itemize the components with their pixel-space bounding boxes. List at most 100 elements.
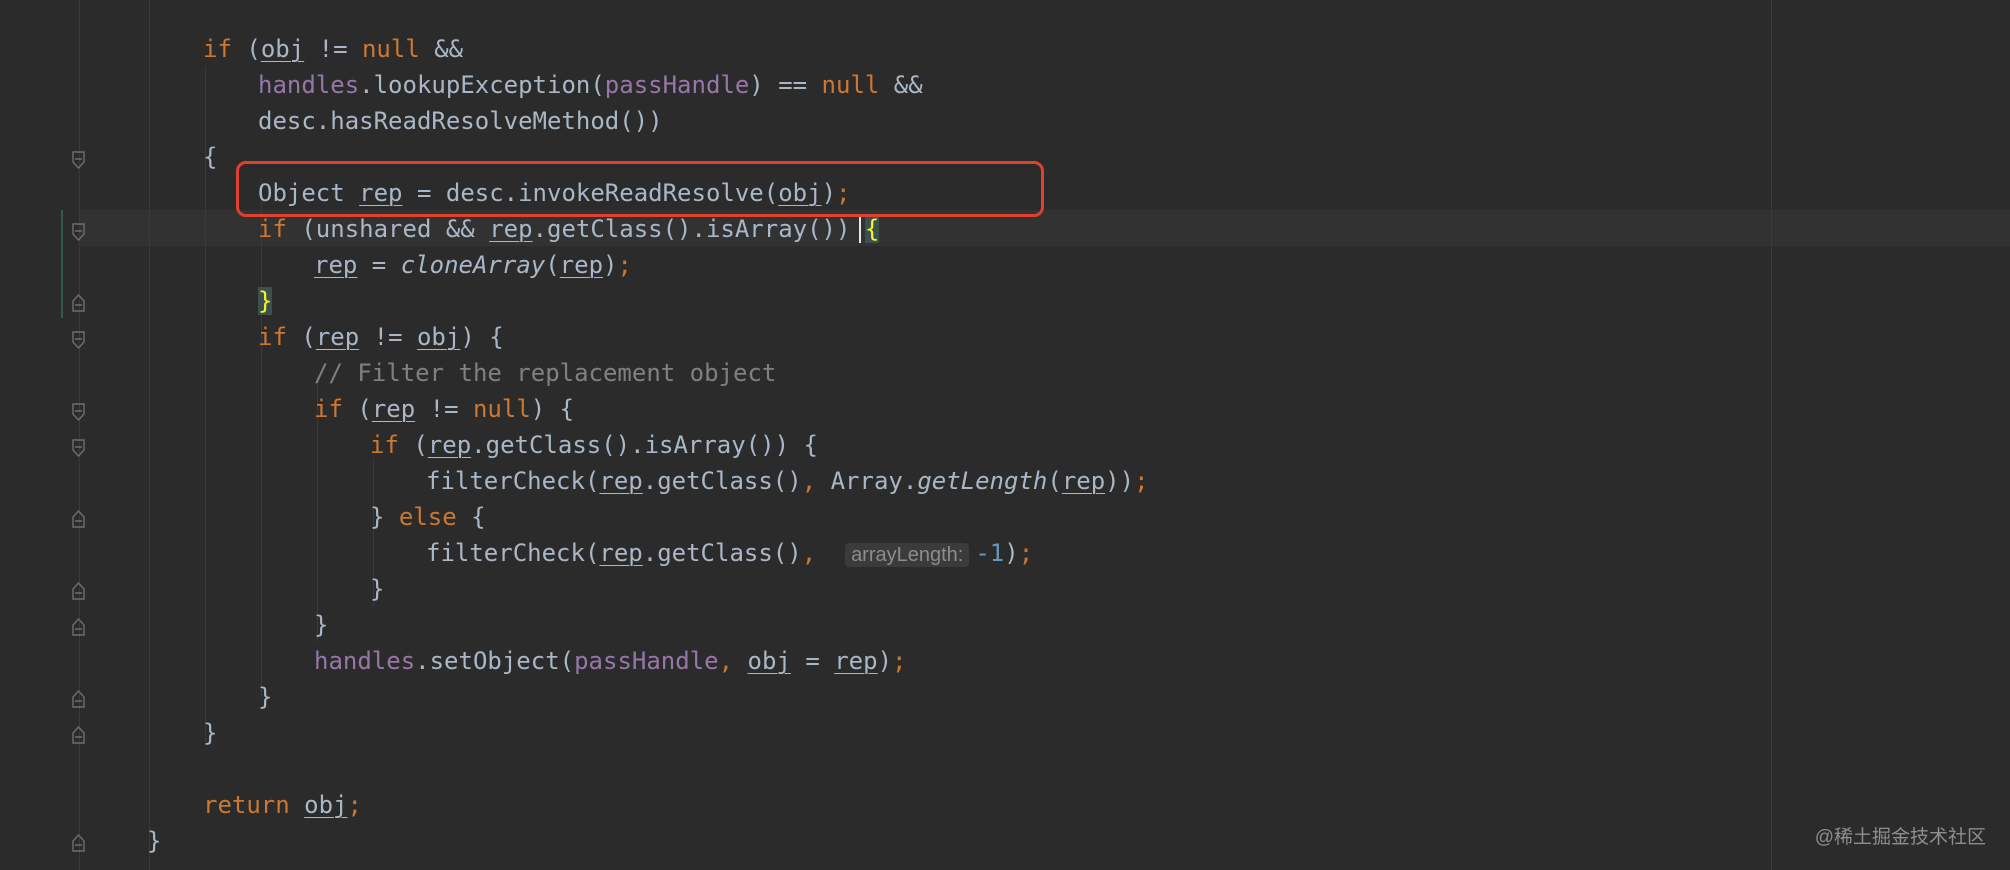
code-token: null <box>361 35 420 63</box>
code-token: { <box>203 143 218 171</box>
code-token: ( <box>398 431 428 459</box>
code-line[interactable]: return obj; <box>203 787 362 823</box>
code-token: ; <box>347 791 362 819</box>
code-line[interactable]: if (rep.getClass().isArray()) { <box>370 427 818 463</box>
code-line[interactable]: handles.setObject(passHandle, obj = rep)… <box>314 643 907 679</box>
code-token: ; <box>617 251 632 279</box>
code-token: if <box>258 215 287 243</box>
code-token: } <box>258 287 273 315</box>
code-token: } <box>370 575 385 603</box>
text-caret <box>859 217 861 243</box>
code-token: && <box>419 35 464 63</box>
fold-open-icon[interactable] <box>72 331 85 349</box>
code-token: ( <box>286 323 316 351</box>
code-token: } <box>203 719 218 747</box>
code-token: handles <box>258 71 360 99</box>
code-token: .getClass().isArray()) <box>532 215 865 243</box>
fold-close-icon[interactable] <box>72 726 85 744</box>
code-token: ) { <box>460 323 504 351</box>
code-token: obj <box>304 791 348 819</box>
code-token: ; <box>1134 467 1149 495</box>
code-token: ) { <box>530 395 575 423</box>
code-token: ) <box>877 647 893 675</box>
code-token: filterCheck( <box>426 539 600 567</box>
code-token: obj <box>416 323 461 351</box>
code-token: rep <box>559 251 604 279</box>
code-token: cloneArray <box>400 251 546 279</box>
code-token: = <box>790 647 835 675</box>
code-line[interactable]: } <box>203 715 217 751</box>
code-token: null <box>472 395 531 423</box>
code-line[interactable]: if (rep != obj) { <box>258 319 504 355</box>
code-token: (unshared && <box>286 215 490 243</box>
code-token: != <box>359 323 417 351</box>
fold-close-icon[interactable] <box>72 582 85 600</box>
code-token: ( <box>545 251 560 279</box>
code-token: != <box>304 35 362 63</box>
fold-close-icon[interactable] <box>72 618 85 636</box>
code-line[interactable]: // Filter the replacement object <box>314 355 776 391</box>
code-line[interactable]: } <box>258 679 272 715</box>
code-token: = <box>357 251 401 279</box>
fold-open-icon[interactable] <box>72 403 85 421</box>
right-margin-guide <box>1771 0 1772 870</box>
code-token: getLength <box>917 467 1048 495</box>
code-token: ( <box>1047 467 1062 495</box>
code-token: ) == <box>749 71 822 99</box>
code-token: if <box>314 395 343 423</box>
code-line[interactable]: } <box>258 283 273 319</box>
code-token: desc.hasReadResolveMethod()) <box>258 107 663 135</box>
code-token: rep <box>599 539 643 567</box>
code-token: Array. <box>816 467 918 495</box>
code-line[interactable]: { <box>203 139 217 175</box>
code-token: , <box>801 467 817 495</box>
code-token: , <box>801 539 817 567</box>
fold-open-icon[interactable] <box>72 223 85 241</box>
code-token: ( <box>246 35 261 63</box>
code-line[interactable]: rep = cloneArray(rep); <box>314 247 632 283</box>
fold-close-icon[interactable] <box>72 510 85 528</box>
code-line[interactable]: desc.hasReadResolveMethod()) <box>258 103 663 139</box>
code-line[interactable]: } <box>370 571 384 607</box>
code-token: rep <box>489 215 533 243</box>
fold-open-icon[interactable] <box>72 439 85 457</box>
code-line[interactable]: } else { <box>370 499 486 535</box>
code-token: ; <box>892 647 907 675</box>
code-token: if <box>203 35 247 63</box>
fold-open-icon[interactable] <box>72 151 85 169</box>
code-line[interactable]: if (obj != null && <box>203 31 463 67</box>
code-line[interactable]: handles.lookupException(passHandle) == n… <box>258 67 923 103</box>
code-token: -1 <box>975 539 1005 567</box>
code-token: { <box>864 215 880 243</box>
code-token: rep <box>314 251 358 279</box>
code-token: } <box>147 827 162 855</box>
code-token: // Filter the replacement object <box>314 359 777 387</box>
code-token: rep <box>315 323 360 351</box>
code-line[interactable]: } <box>314 607 328 643</box>
fold-close-icon[interactable] <box>72 834 85 852</box>
code-token: rep <box>1061 467 1106 495</box>
code-editor[interactable]: if (obj != null && handles.lookupExcepti… <box>0 0 2010 870</box>
code-token: .lookupException( <box>359 71 605 99</box>
code-line[interactable]: if (rep != null) { <box>314 391 574 427</box>
code-line[interactable]: filterCheck(rep.getClass(), arrayLength:… <box>426 535 1033 571</box>
code-token: handles <box>314 647 416 675</box>
code-line[interactable]: filterCheck(rep.getClass(), Array.getLen… <box>426 463 1149 499</box>
code-line[interactable]: } <box>147 823 161 859</box>
code-token: obj <box>747 647 791 675</box>
code-token: != <box>415 395 473 423</box>
fold-close-icon[interactable] <box>72 690 85 708</box>
annotation-highlight-box <box>236 161 1044 217</box>
code-token: .getClass() <box>642 539 802 567</box>
code-token: obj <box>260 35 305 63</box>
code-token: .setObject( <box>415 647 575 675</box>
code-token: rep <box>427 431 472 459</box>
code-token: ; <box>1018 539 1034 567</box>
code-token: rep <box>599 467 643 495</box>
code-token: && <box>879 71 923 99</box>
code-token: rep <box>371 395 416 423</box>
code-token: )) <box>1105 467 1135 495</box>
fold-close-icon[interactable] <box>72 294 85 312</box>
